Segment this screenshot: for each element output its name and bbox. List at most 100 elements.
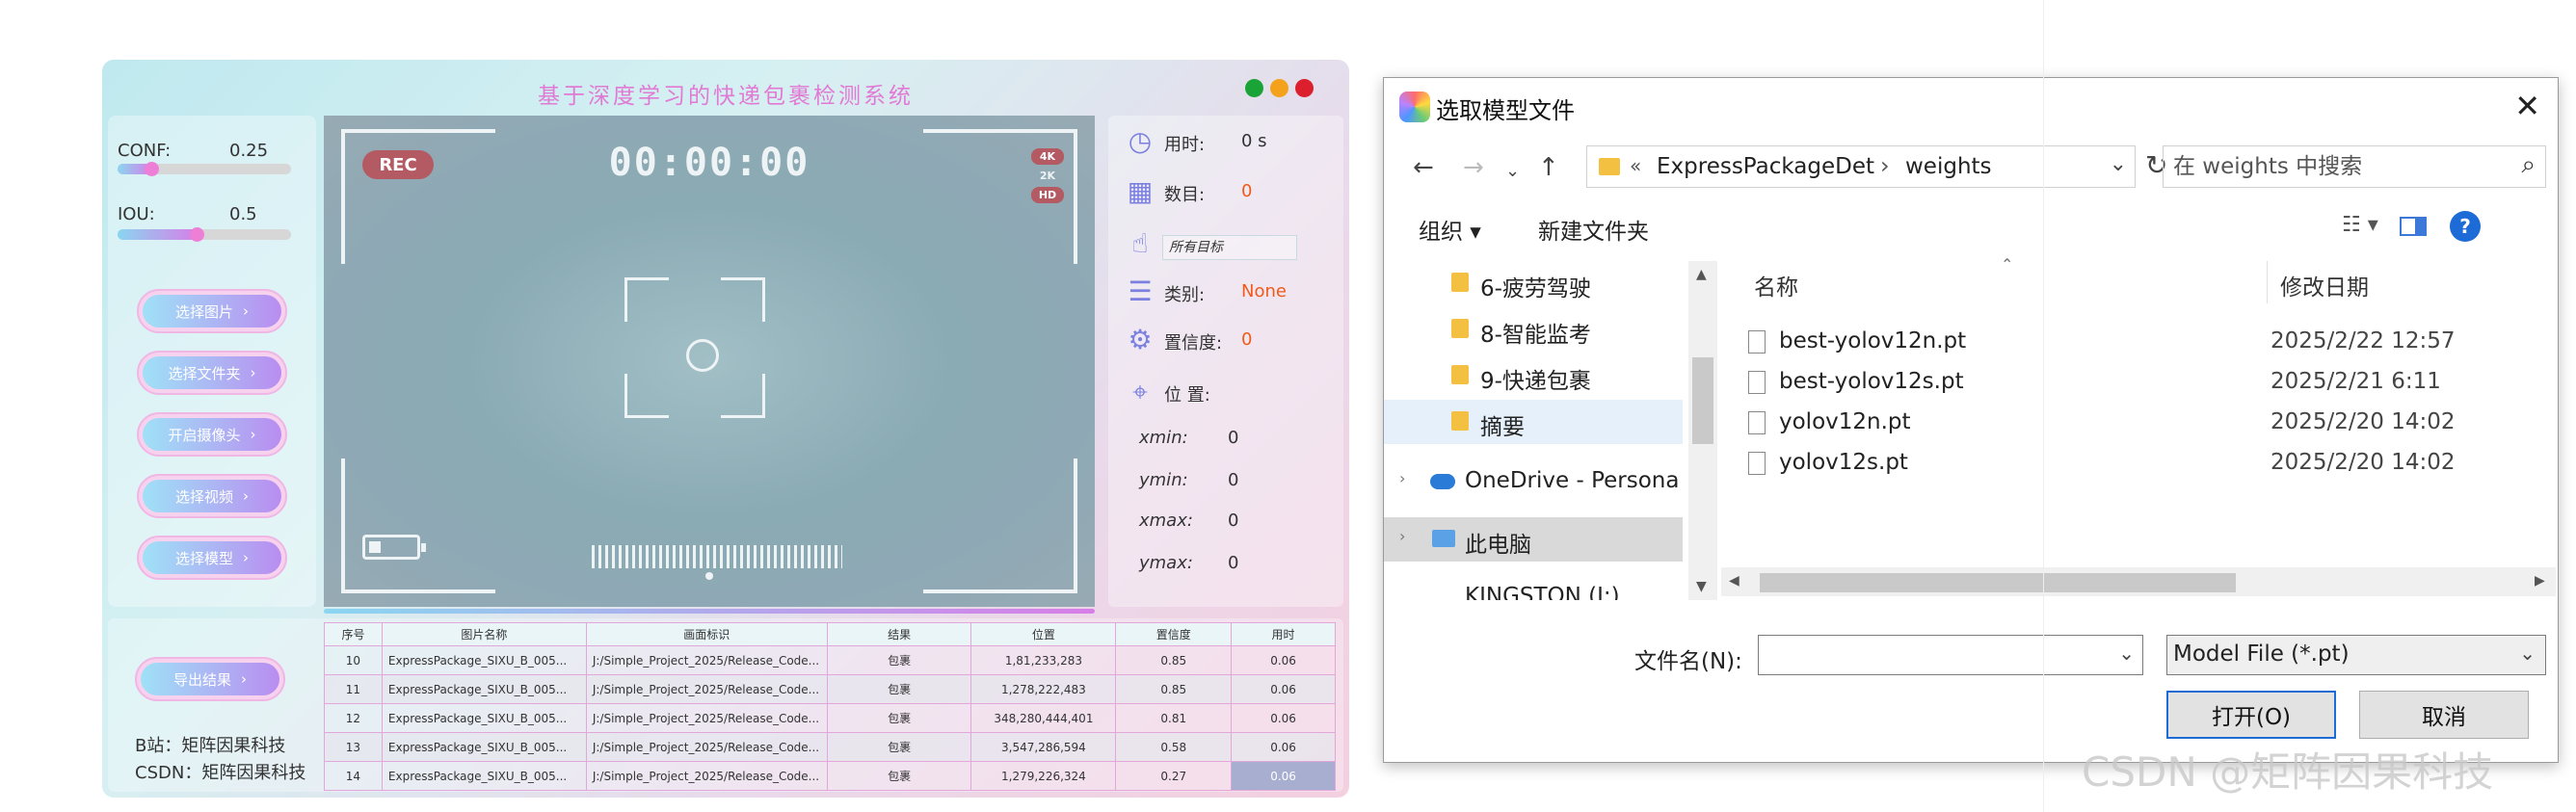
nav-item-folder[interactable]: 9-快递包裹 <box>1384 354 1683 398</box>
select-video-button[interactable]: 选择视频 › <box>137 474 287 518</box>
chevron-right-icon: › <box>250 364 256 381</box>
select-image-button[interactable]: 选择图片 › <box>137 289 287 333</box>
column-divider[interactable] <box>2267 261 2268 303</box>
chevron-down-icon[interactable]: ⌄ <box>2110 152 2127 176</box>
search-input[interactable] <box>2164 146 2510 187</box>
ymax-label: ymax: <box>1139 553 1193 573</box>
recent-dropdown-icon[interactable]: ⌄ <box>1505 161 1520 181</box>
chevron-right-icon[interactable]: › <box>1880 152 1890 179</box>
gear-icon: ⚙ <box>1128 324 1153 355</box>
sort-caret-icon: ⌃ <box>2001 255 2014 274</box>
app-logo-icon <box>1399 92 1430 122</box>
scroll-down-icon[interactable]: ▼ <box>1696 579 1707 594</box>
export-results-button[interactable]: 导出结果 › <box>135 657 285 701</box>
nav-item-label: 6-疲劳驾驶 <box>1480 276 1591 301</box>
folder-icon <box>1599 158 1620 175</box>
minimize-button[interactable] <box>1245 79 1263 97</box>
column-header[interactable]: 用时 <box>1231 622 1336 646</box>
address-bar[interactable]: « ExpressPackageDet › weights ⌄ <box>1586 145 2136 188</box>
open-button[interactable]: 打开(O) <box>2166 691 2336 739</box>
chevron-down-icon[interactable]: ⌄ <box>2118 642 2135 665</box>
nav-item-folder[interactable]: 6-疲劳驾驶 <box>1384 261 1683 305</box>
column-header[interactable]: 置信度 <box>1115 622 1233 646</box>
horizontal-scrollbar[interactable]: ◀ ▶ <box>1721 567 2556 596</box>
conf-slider[interactable] <box>118 162 291 176</box>
table-row[interactable]: 12 ExpressPackage_SIXU_B_005... J:/Simpl… <box>324 703 1336 733</box>
column-header[interactable]: 图片名称 <box>381 622 587 646</box>
nav-item-this-pc[interactable]: › 此电脑 <box>1384 517 1683 562</box>
scroll-right-icon[interactable]: ▶ <box>2535 573 2545 589</box>
file-list: ⌃ 名称 修改日期 best-yolov12n.pt 2025/2/22 12:… <box>1721 255 2556 600</box>
file-row[interactable]: best-yolov12s.pt 2025/2/21 6:11 <box>1744 363 2544 402</box>
filename-combobox[interactable]: ⌄ <box>1758 635 2143 675</box>
search-icon[interactable]: ⌕ <box>2521 150 2536 180</box>
nav-scrollbar[interactable]: ▲ ▼ <box>1688 261 1717 600</box>
column-header[interactable]: 结果 <box>826 622 972 646</box>
breadcrumb-expresspackagedet[interactable]: ExpressPackageDet <box>1657 154 1874 179</box>
view-options-icon[interactable]: ☷ ▾ <box>2342 213 2378 237</box>
close-icon[interactable]: ✕ <box>2514 88 2540 124</box>
help-icon[interactable]: ? <box>2450 211 2481 242</box>
folder-icon <box>1451 411 1469 431</box>
nav-item-folder[interactable]: 8-智能监考 <box>1384 307 1683 352</box>
table-row[interactable]: 11 ExpressPackage_SIXU_B_005... J:/Simpl… <box>324 674 1336 704</box>
confidence-value: 0 <box>1241 329 1253 350</box>
file-date: 2025/2/20 14:02 <box>2271 450 2456 475</box>
column-header[interactable]: 位置 <box>970 622 1117 646</box>
filetype-select[interactable]: Model File (*.pt) ⌄ <box>2166 635 2546 675</box>
cloud-icon <box>1430 474 1455 489</box>
chevron-down-icon[interactable]: ⌄ <box>2519 642 2536 665</box>
info-panel: ◷ 用时: 0 s ▦ 数目: 0 ☝ 所有目标 ☰ 类别: None ⚙ 置信… <box>1108 116 1343 607</box>
select-model-button[interactable]: 选择模型 › <box>137 536 287 580</box>
nav-scrollbar-thumb[interactable] <box>1692 357 1713 444</box>
close-button[interactable] <box>1295 79 1314 97</box>
filename-input[interactable] <box>1759 636 2106 674</box>
horizontal-scrollbar-thumb[interactable] <box>1760 573 2236 592</box>
organize-menu[interactable]: 组织 ▾ <box>1419 213 1481 246</box>
location-pin-icon: ⌖ <box>1132 376 1148 407</box>
conf-slider-knob[interactable] <box>144 162 159 176</box>
scroll-left-icon[interactable]: ◀ <box>1729 573 1739 589</box>
select-folder-button[interactable]: 选择文件夹 › <box>137 351 287 395</box>
file-row[interactable]: yolov12s.pt 2025/2/20 14:02 <box>1744 444 2544 483</box>
chevron-right-icon[interactable]: › <box>1399 469 1405 487</box>
column-header-date[interactable]: 修改日期 <box>2280 269 2369 301</box>
address-overflow[interactable]: « <box>1630 154 1641 177</box>
column-header-name[interactable]: 名称 <box>1754 269 1798 301</box>
search-box[interactable]: ⌕ <box>2163 145 2546 188</box>
chevron-right-icon[interactable]: › <box>1399 527 1405 545</box>
detection-app-window: 基于深度学习的快递包裹检测系统 CONF: 0.25 IOU: 0.5 选择图片… <box>102 60 1349 798</box>
column-header[interactable]: 画面标识 <box>585 622 828 646</box>
focus-bracket-icon <box>721 277 765 322</box>
preview-pane-icon[interactable] <box>2400 217 2427 236</box>
back-arrow-icon[interactable]: ← <box>1413 153 1434 182</box>
file-row[interactable]: best-yolov12n.pt 2025/2/22 12:57 <box>1744 323 2544 361</box>
up-arrow-icon[interactable]: ↑ <box>1538 153 1559 182</box>
target-select[interactable]: 所有目标 <box>1162 235 1297 260</box>
results-table: 序号 图片名称 画面标识 结果 位置 置信度 用时 10 ExpressPack… <box>324 622 1336 791</box>
resolution-2k-badge: 2K <box>1039 170 1056 182</box>
open-camera-button[interactable]: 开启摄像头 › <box>137 412 287 457</box>
credit-bilibili: B站：矩阵因果科技 <box>135 736 286 756</box>
nav-item-folder[interactable]: 摘要 <box>1384 400 1683 444</box>
forward-arrow-icon[interactable]: → <box>1463 153 1484 182</box>
table-cell: 0.06 <box>1231 645 1336 675</box>
cancel-button[interactable]: 取消 <box>2359 691 2529 739</box>
table-cell: 0.85 <box>1115 674 1233 704</box>
table-row[interactable]: 10 ExpressPackage_SIXU_B_005... J:/Simpl… <box>324 645 1336 675</box>
iou-slider-knob[interactable] <box>190 227 204 242</box>
file-row[interactable]: yolov12n.pt 2025/2/20 14:02 <box>1744 404 2544 442</box>
file-icon <box>1748 411 1766 434</box>
table-row[interactable]: 13 ExpressPackage_SIXU_B_005... J:/Simpl… <box>324 732 1336 762</box>
maximize-button[interactable] <box>1270 79 1288 97</box>
new-folder-button[interactable]: 新建文件夹 <box>1538 213 1649 246</box>
iou-slider[interactable] <box>118 227 291 242</box>
table-row[interactable]: 14 ExpressPackage_SIXU_B_005... J:/Simpl… <box>324 761 1336 791</box>
nav-item-drive[interactable]: KINGSTON (J:) <box>1384 575 1683 600</box>
nav-item-onedrive[interactable]: › OneDrive - Persona <box>1384 459 1683 504</box>
scroll-up-icon[interactable]: ▲ <box>1696 267 1707 282</box>
table-cell: 包裹 <box>826 645 972 675</box>
file-icon <box>1748 371 1766 394</box>
breadcrumb-weights[interactable]: weights <box>1905 154 1992 179</box>
column-header[interactable]: 序号 <box>324 622 383 646</box>
